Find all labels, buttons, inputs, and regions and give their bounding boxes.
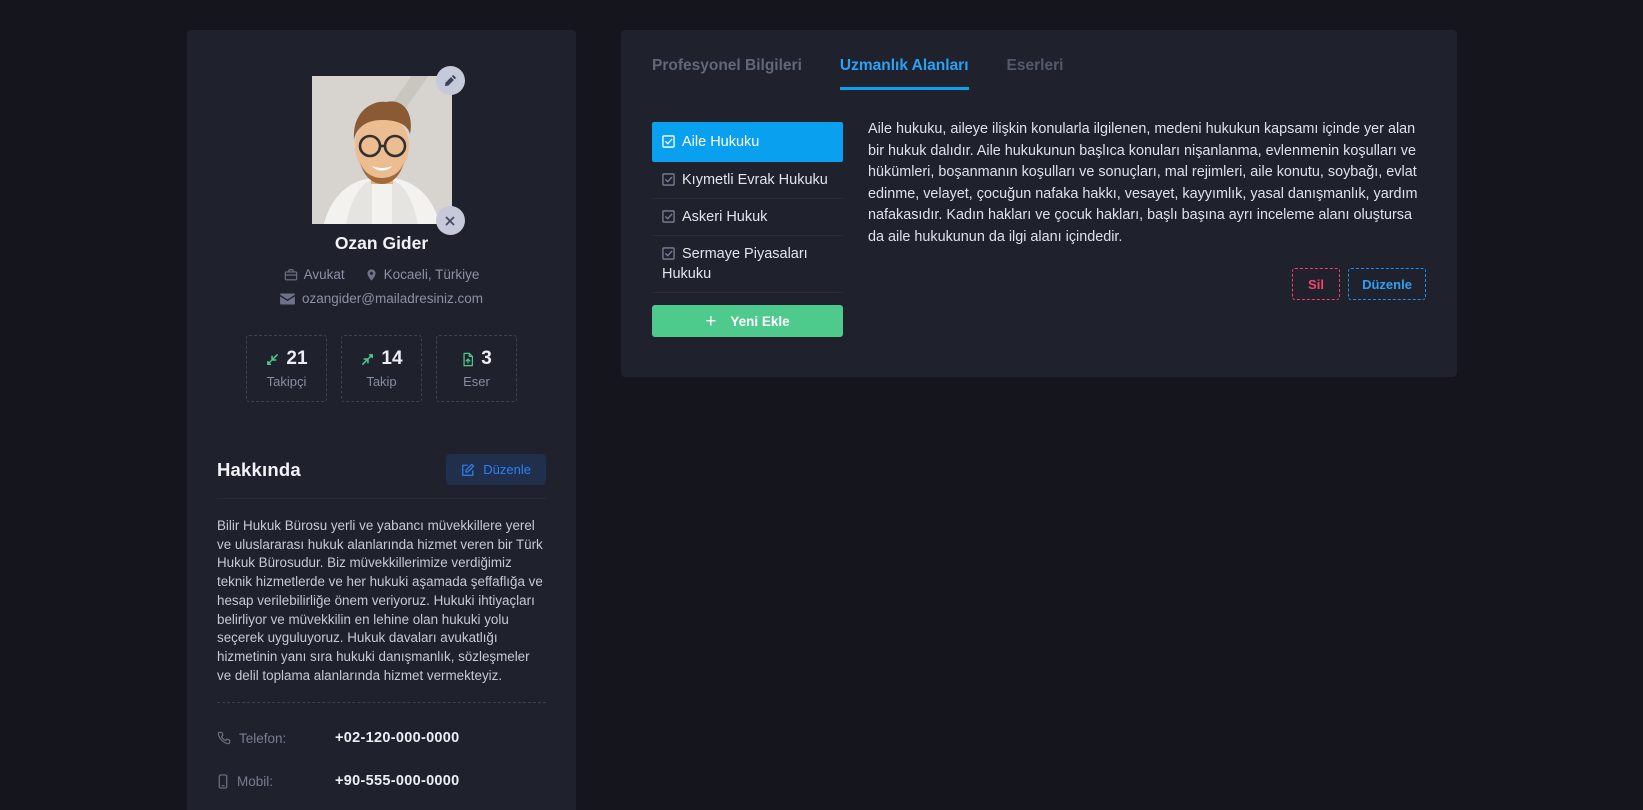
contact-mobile-value: +90-555-000-0000	[335, 773, 460, 789]
about-title: Hakkında	[217, 459, 301, 481]
spec-item-askeri-hukuk[interactable]: Askeri Hukuk	[652, 199, 843, 236]
file-up-icon	[461, 352, 475, 367]
briefcase-icon	[284, 268, 298, 282]
profile-title: Avukat	[284, 267, 345, 282]
contact-phone-label: Telefon:	[239, 731, 286, 746]
stat-following-label: Takip	[366, 374, 396, 389]
edit-pencil-icon	[461, 463, 475, 477]
arrows-out-icon	[360, 352, 375, 367]
tab-uzmanlik-alanlari[interactable]: Uzmanlık Alanları	[840, 57, 969, 90]
spec-item-aile-hukuku[interactable]: Aile Hukuku	[652, 122, 843, 162]
contact-divider	[217, 702, 546, 703]
profile-email-text: ozangider@mailadresiniz.com	[302, 291, 483, 306]
detail-actions: Sil Düzenle	[868, 268, 1426, 300]
stat-followers-label: Takipçi	[267, 374, 307, 389]
stat-works-label: Eser	[463, 374, 490, 389]
spec-item-label: Sermaye Piyasaları Hukuku	[662, 246, 808, 282]
add-new-label: Yeni Ekle	[730, 314, 789, 329]
envelope-icon	[280, 293, 295, 305]
checkbox-checked-icon	[662, 135, 675, 148]
stats-row: 21 Takipçi 14 Takip 3	[187, 335, 576, 402]
spec-item-label: Kıymetli Evrak Hukuku	[682, 172, 828, 188]
profile-title-text: Avukat	[304, 267, 345, 282]
location-pin-icon	[365, 268, 378, 282]
profile-location-text: Kocaeli, Türkiye	[384, 267, 480, 282]
stat-followers[interactable]: 21 Takipçi	[246, 335, 327, 402]
profile-name: Ozan Gider	[187, 233, 576, 254]
arrows-in-icon	[265, 352, 280, 367]
profile-location: Kocaeli, Türkiye	[365, 267, 480, 282]
checkbox-checked-icon	[662, 173, 675, 186]
spec-item-label: Aile Hukuku	[682, 134, 759, 150]
stat-followers-value: 21	[286, 348, 307, 370]
spec-item-sermaye-piyasalari-hukuku[interactable]: Sermaye Piyasaları Hukuku	[652, 236, 843, 293]
contact-mobile-label: Mobil:	[237, 774, 273, 789]
delete-button[interactable]: Sil	[1292, 268, 1340, 300]
specialization-list: Aile Hukuku Kıymetli Evrak Hukuku Askeri…	[652, 122, 843, 337]
checkbox-checked-icon	[662, 210, 675, 223]
add-new-button[interactable]: + Yeni Ekle	[652, 305, 843, 337]
tabs-row: Profesyonel Bilgileri Uzmanlık Alanları …	[652, 30, 1426, 90]
profile-email-row: ozangider@mailadresiniz.com	[187, 291, 576, 306]
stat-works-value: 3	[481, 348, 492, 370]
phone-icon	[217, 731, 231, 745]
mobile-icon	[217, 774, 229, 789]
about-edit-label: Düzenle	[483, 462, 531, 477]
main-panel: Profesyonel Bilgileri Uzmanlık Alanları …	[621, 30, 1457, 377]
stat-following-value: 14	[381, 348, 402, 370]
plus-icon: +	[705, 312, 716, 331]
avatar-photo	[312, 76, 452, 224]
tab-profesyonel-bilgileri[interactable]: Profesyonel Bilgileri	[652, 57, 802, 90]
about-section: Hakkında Düzenle Bilir Hukuk Bürosu yerl…	[187, 454, 576, 789]
contact-phone-value: +02-120-000-0000	[335, 730, 460, 746]
profile-card: Ozan Gider Avukat Kocaeli, Türkiye ozang…	[187, 30, 576, 810]
stat-works[interactable]: 3 Eser	[436, 335, 517, 402]
spec-item-label: Askeri Hukuk	[682, 209, 767, 225]
about-text: Bilir Hukuk Bürosu yerli ve yabancı müve…	[217, 517, 546, 685]
panel-content: Aile Hukuku Kıymetli Evrak Hukuku Askeri…	[652, 122, 1426, 337]
avatar-remove-button[interactable]	[436, 206, 465, 235]
stat-following[interactable]: 14 Takip	[341, 335, 422, 402]
specialization-detail: Aile hukuku, aileye ilişkin konularla il…	[868, 122, 1426, 337]
checkbox-checked-icon	[662, 247, 675, 260]
profile-meta-row: Avukat Kocaeli, Türkiye	[187, 267, 576, 282]
specialization-description: Aile hukuku, aileye ilişkin konularla il…	[868, 119, 1426, 248]
pencil-icon	[444, 74, 457, 87]
avatar-edit-button[interactable]	[436, 66, 465, 95]
avatar	[312, 76, 452, 224]
about-edit-button[interactable]: Düzenle	[446, 454, 546, 485]
spec-item-kiymetli-evrak-hukuku[interactable]: Kıymetli Evrak Hukuku	[652, 162, 843, 199]
contact-row-mobile: Mobil: +90-555-000-0000	[217, 773, 546, 789]
about-divider	[217, 498, 546, 499]
edit-button[interactable]: Düzenle	[1348, 268, 1426, 300]
tab-eserleri[interactable]: Eserleri	[1007, 57, 1064, 90]
contact-row-phone: Telefon: +02-120-000-0000	[217, 730, 546, 746]
close-icon	[444, 215, 456, 227]
